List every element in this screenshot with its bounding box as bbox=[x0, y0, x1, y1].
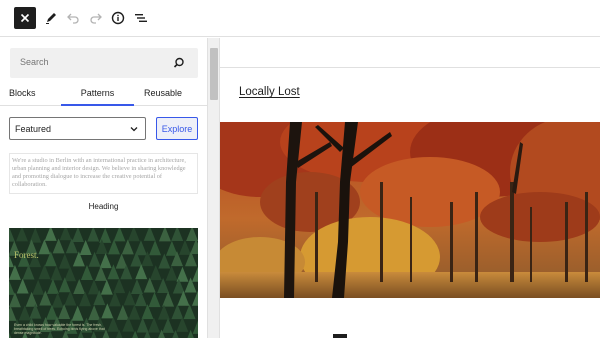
pattern-category-select[interactable]: Featured bbox=[9, 117, 146, 140]
scrollbar-thumb[interactable] bbox=[210, 48, 218, 100]
tab-reusable[interactable]: Reusable bbox=[144, 88, 182, 98]
editor-canvas[interactable]: Locally Lost bbox=[220, 38, 600, 338]
pattern-forest-title: Forest. bbox=[14, 250, 39, 260]
editor-toolbar bbox=[0, 0, 600, 37]
pencil-icon[interactable] bbox=[40, 7, 62, 29]
header-separator bbox=[220, 67, 600, 68]
inserter-panel: Search Blocks Patterns Reusable Featured… bbox=[0, 38, 207, 338]
panel-scrollbar[interactable] bbox=[207, 38, 219, 338]
pattern-category-value: Featured bbox=[15, 124, 52, 134]
list-view-icon[interactable] bbox=[130, 7, 152, 29]
tab-patterns[interactable]: Patterns bbox=[61, 84, 134, 106]
close-icon[interactable] bbox=[14, 7, 36, 29]
forest-image bbox=[9, 228, 198, 338]
pattern-forest-caption: Even a child knows how valuable the fore… bbox=[14, 323, 105, 335]
tab-blocks[interactable]: Blocks bbox=[9, 88, 36, 98]
pattern-caption: Heading bbox=[88, 202, 119, 211]
chevron-down-icon bbox=[130, 127, 138, 132]
explore-button[interactable]: Explore bbox=[156, 117, 198, 140]
pattern-preview-heading[interactable]: We're a studio in Berlin with an interna… bbox=[9, 153, 198, 194]
autumn-forest-image[interactable] bbox=[220, 122, 600, 298]
info-icon[interactable] bbox=[107, 7, 129, 29]
search-placeholder: Search bbox=[20, 57, 49, 67]
search-input[interactable]: Search bbox=[10, 48, 198, 78]
search-icon[interactable] bbox=[172, 56, 186, 70]
site-title[interactable]: Locally Lost bbox=[239, 86, 300, 98]
pattern-preview-forest[interactable]: Forest. Even a child knows how valuable … bbox=[9, 228, 198, 338]
pattern-preview-text: We're a studio in Berlin with an interna… bbox=[12, 157, 186, 188]
block-inserter-marker bbox=[333, 334, 347, 338]
inserter-tabs: Blocks Patterns Reusable bbox=[0, 84, 207, 106]
undo-icon[interactable] bbox=[62, 7, 84, 29]
redo-icon[interactable] bbox=[85, 7, 107, 29]
